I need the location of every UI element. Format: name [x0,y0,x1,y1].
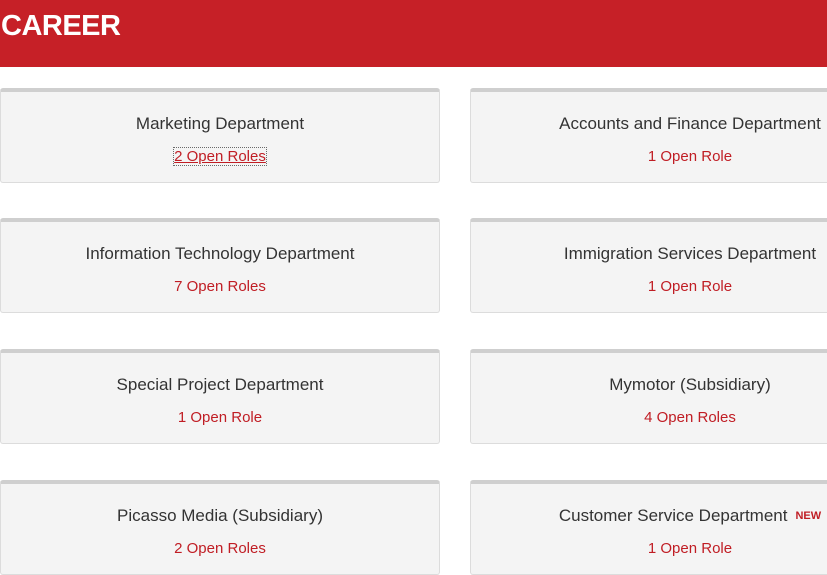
department-name: Mymotor (Subsidiary) [609,375,771,394]
open-roles-label[interactable]: 2 Open Roles [174,540,266,557]
open-roles-label[interactable]: 4 Open Roles [644,409,736,426]
open-roles-link[interactable]: 2 Open Roles [1,539,439,559]
department-name: Information Technology Department [85,244,355,263]
department-name-row: Customer Service Department NEW [471,505,827,527]
open-roles-label[interactable]: 1 Open Role [648,278,732,295]
department-name: Accounts and Finance Department [559,114,821,133]
department-name: Marketing Department [135,114,305,133]
department-name: Customer Service Department [558,506,788,525]
department-card-marketing[interactable]: Marketing Department 2 Open Roles [0,88,440,183]
department-card-accounts-finance[interactable]: Accounts and Finance Department 1 Open R… [470,88,827,183]
department-name: Immigration Services Department [563,244,817,263]
open-roles-link[interactable]: 4 Open Roles [471,408,827,428]
department-card-information-technology[interactable]: Information Technology Department 7 Open… [0,218,440,313]
open-roles-label[interactable]: 1 Open Role [648,148,732,165]
open-roles-link[interactable]: 2 Open Roles [1,147,439,167]
open-roles-link[interactable]: 1 Open Role [471,539,827,559]
open-roles-label[interactable]: 1 Open Role [648,540,732,557]
open-roles-link[interactable]: 1 Open Role [471,147,827,167]
new-badge: NEW [795,510,822,522]
open-roles-link[interactable]: 1 Open Role [1,408,439,428]
department-name: Special Project Department [116,375,324,394]
open-roles-label[interactable]: 2 Open Roles [173,147,267,166]
department-card-customer-service[interactable]: Customer Service Department NEW 1 Open Ro… [470,480,827,575]
department-name: Picasso Media (Subsidiary) [117,506,323,525]
open-roles-label[interactable]: 1 Open Role [178,409,262,426]
department-card-picasso-media[interactable]: Picasso Media (Subsidiary) 2 Open Roles [0,480,440,575]
open-roles-label[interactable]: 7 Open Roles [174,278,266,295]
department-card-special-project[interactable]: Special Project Department 1 Open Role [0,349,440,444]
page-title: CAREER [1,10,121,42]
department-card-immigration-services[interactable]: Immigration Services Department 1 Open R… [470,218,827,313]
open-roles-link[interactable]: 1 Open Role [471,277,827,297]
open-roles-link[interactable]: 7 Open Roles [1,277,439,297]
page-header: CAREER [0,0,827,67]
department-card-mymotor[interactable]: Mymotor (Subsidiary) 4 Open Roles [470,349,827,444]
